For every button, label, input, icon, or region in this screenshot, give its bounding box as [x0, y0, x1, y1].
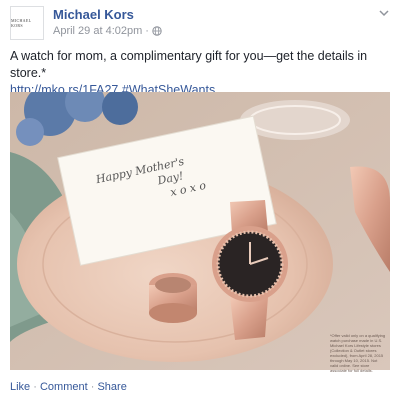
like-button[interactable]: Like: [10, 381, 30, 393]
page-avatar[interactable]: MICHAEL KORS: [10, 6, 44, 40]
avatar-logo-text: MICHAEL KORS: [11, 18, 32, 28]
ring-decoration: [149, 273, 197, 323]
post-photo[interactable]: Happy Mother's Day! x o x o: [10, 92, 390, 370]
share-button[interactable]: Share: [97, 381, 126, 393]
post-timestamp[interactable]: April 29 at 4:02pm: [53, 25, 142, 37]
page-name-link[interactable]: Michael Kors: [53, 7, 134, 22]
post-actions: Like · Comment · Share: [10, 381, 127, 393]
photo-illustration: [10, 92, 390, 370]
chevron-down-icon[interactable]: [378, 8, 390, 18]
action-separator: ·: [90, 381, 95, 393]
post-header: MICHAEL KORS Michael Kors April 29 at 4:…: [10, 6, 390, 40]
facebook-post: MICHAEL KORS Michael Kors April 29 at 4:…: [0, 0, 400, 402]
action-separator: ·: [33, 381, 37, 393]
meta-separator: ·: [145, 25, 149, 37]
globe-icon[interactable]: [152, 26, 162, 36]
post-message-text: A watch for mom, a complimentary gift fo…: [10, 49, 368, 80]
comment-button[interactable]: Comment: [40, 381, 88, 393]
photo-disclaimer: *Offer valid only on a qualifying watch …: [330, 333, 386, 373]
post-meta: April 29 at 4:02pm ·: [53, 25, 162, 37]
